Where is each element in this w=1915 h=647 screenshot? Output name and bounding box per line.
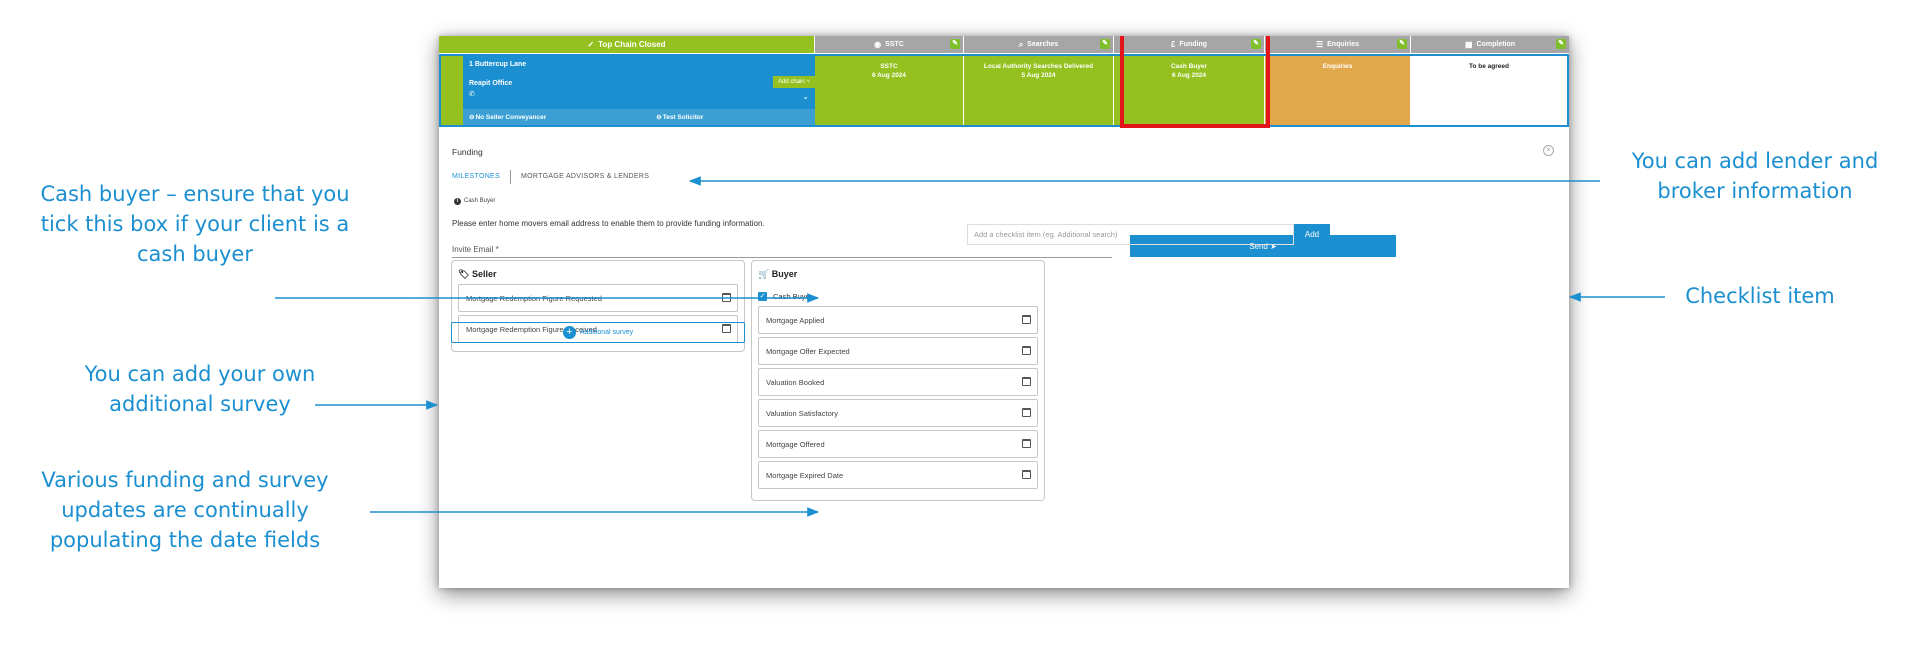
checklist-input[interactable]: Add a checklist item (eg. Additional sea…: [967, 224, 1294, 245]
calendar-icon: [1022, 408, 1031, 417]
stage-enquiries[interactable]: Enquiries: [1265, 56, 1411, 125]
chain-property-card[interactable]: 1 Buttercup Lane Reapit Office ✆ Add cha…: [441, 56, 815, 125]
date-field[interactable]: Mortgage Applied: [758, 306, 1038, 334]
chevron-down-icon[interactable]: ⌄: [802, 92, 809, 101]
plus-icon: +: [562, 326, 576, 339]
calendar-icon: ▦: [1464, 40, 1473, 49]
status-stripe: [441, 56, 463, 125]
invite-email-field[interactable]: Invite Email *: [452, 245, 1112, 258]
date-field[interactable]: Mortgage Redemption Figure Requested: [458, 284, 738, 312]
tab-label: Funding: [1179, 41, 1208, 48]
annotation-cash-buyer: Cash buyer – ensure that you tick this bo…: [40, 182, 350, 266]
conveyancer-label: ⊖No Seller Conveyancer: [469, 114, 547, 121]
calendar-icon: [1022, 470, 1031, 479]
seller-footer: ⊖No Seller Conveyancer ⊖Test Solicitor: [463, 109, 815, 125]
edit-icon[interactable]: ✎: [950, 39, 960, 49]
instruction-text: Please enter home movers email address t…: [452, 219, 765, 228]
date-field[interactable]: Mortgage Offer Expected: [758, 337, 1038, 365]
date-field[interactable]: Valuation Booked: [758, 368, 1038, 396]
property-address: 1 Buttercup Lane: [469, 61, 527, 68]
tab-sstc[interactable]: ◉ SSTC ✎: [815, 36, 964, 53]
slide: ✓ Top Chain Closed ◉ SSTC ✎ ⌕ Searches ✎…: [0, 0, 1915, 647]
stage-title: SSTC: [880, 63, 898, 70]
eye-icon: ◉: [874, 40, 882, 49]
cash-buyer-checkbox[interactable]: ✓ Cash Buyer: [758, 292, 812, 301]
edit-icon[interactable]: ✎: [1556, 39, 1566, 49]
tab-funding[interactable]: £ Funding ✎: [1114, 36, 1265, 53]
date-field[interactable]: Valuation Satisfactory: [758, 399, 1038, 427]
tab-label: Searches: [1027, 41, 1059, 48]
add-chain-button[interactable]: Add chain ⑂: [773, 76, 815, 88]
calendar-icon: [1022, 346, 1031, 355]
tab-top-chain-closed[interactable]: ✓ Top Chain Closed: [439, 36, 815, 53]
tab-mortgage-advisors[interactable]: MORTGAGE ADVISORS & LENDERS: [521, 170, 657, 184]
search-icon: ⌕: [1018, 39, 1024, 49]
annotation-survey: You can add your own additional survey: [84, 362, 316, 416]
check-circle-icon: ✓: [587, 40, 595, 49]
calendar-icon: [1022, 377, 1031, 386]
stage-date: 6 Aug 2024: [871, 72, 907, 79]
funding-info: i Cash Buyer: [454, 198, 495, 205]
calendar-icon: [1022, 439, 1031, 448]
stage-funding[interactable]: Cash Buyer 6 Aug 2024: [1114, 56, 1265, 125]
seller-heading: 🏷 Seller: [458, 269, 497, 279]
calendar-icon: [1022, 315, 1031, 324]
app-window: ✓ Top Chain Closed ◉ SSTC ✎ ⌕ Searches ✎…: [439, 36, 1569, 588]
tab-searches[interactable]: ⌕ Searches ✎: [964, 36, 1114, 53]
stage-completion[interactable]: To be agreed: [1411, 56, 1567, 125]
tab-milestones[interactable]: MILESTONES: [452, 170, 511, 184]
phone-icon: ✆: [469, 91, 475, 98]
annotation-updates: Various funding and survey updates are co…: [41, 468, 329, 552]
tab-label: SSTC: [885, 41, 904, 48]
tab-completion[interactable]: ▦ Completion ✎: [1411, 36, 1569, 53]
stage-searches[interactable]: Local Authority Searches Delivered 5 Aug…: [964, 56, 1114, 125]
solicitor-label: ⊖Test Solicitor: [656, 114, 704, 121]
tab-label: Enquiries: [1327, 41, 1360, 48]
stage-tabs: ✓ Top Chain Closed ◉ SSTC ✎ ⌕ Searches ✎…: [439, 36, 1569, 53]
panel-title: Funding: [452, 147, 483, 157]
tab-enquiries[interactable]: ☰ Enquiries ✎: [1265, 36, 1411, 53]
annotation-checklist: Checklist item: [1685, 284, 1835, 308]
stage-sstc[interactable]: SSTC 6 Aug 2024: [815, 56, 964, 125]
stage-title: Cash Buyer: [1170, 63, 1208, 70]
check-icon: ✓: [758, 292, 767, 301]
edit-icon[interactable]: ✎: [1251, 39, 1261, 49]
annotation-lender: You can add lender and broker information: [1631, 149, 1879, 203]
buyer-box: 🛒 Buyer ✓ Cash Buyer Mortgage Applied Mor…: [751, 260, 1045, 501]
panel-subtabs: MILESTONES MORTGAGE ADVISORS & LENDERS: [452, 170, 657, 184]
stage-title: Enquiries: [1322, 63, 1353, 70]
stage-title: Local Authority Searches Delivered: [983, 63, 1094, 70]
stage-date: 6 Aug 2024: [1171, 72, 1207, 79]
list-icon: ☰: [1315, 40, 1324, 49]
close-icon[interactable]: ×: [1543, 145, 1554, 156]
checklist-add-button[interactable]: Add: [1294, 224, 1330, 245]
edit-icon[interactable]: ✎: [1100, 39, 1110, 49]
edit-icon[interactable]: ✎: [1397, 39, 1407, 49]
buyer-heading: 🛒 Buyer: [758, 269, 798, 279]
tab-label: Top Chain Closed: [598, 40, 666, 49]
stage-date: 5 Aug 2024: [1021, 72, 1056, 79]
calendar-icon: [722, 293, 731, 302]
pound-icon: £: [1170, 40, 1176, 49]
agent-office: Reapit Office: [469, 80, 513, 87]
additional-survey-button[interactable]: + Additional survey: [451, 322, 745, 343]
tab-label: Completion: [1476, 41, 1516, 48]
stage-title: To be agreed: [1469, 63, 1509, 70]
chain-row: 1 Buttercup Lane Reapit Office ✆ Add cha…: [439, 54, 1569, 127]
info-icon: i: [454, 198, 461, 205]
date-field[interactable]: Mortgage Expired Date: [758, 461, 1038, 489]
date-field[interactable]: Mortgage Offered: [758, 430, 1038, 458]
